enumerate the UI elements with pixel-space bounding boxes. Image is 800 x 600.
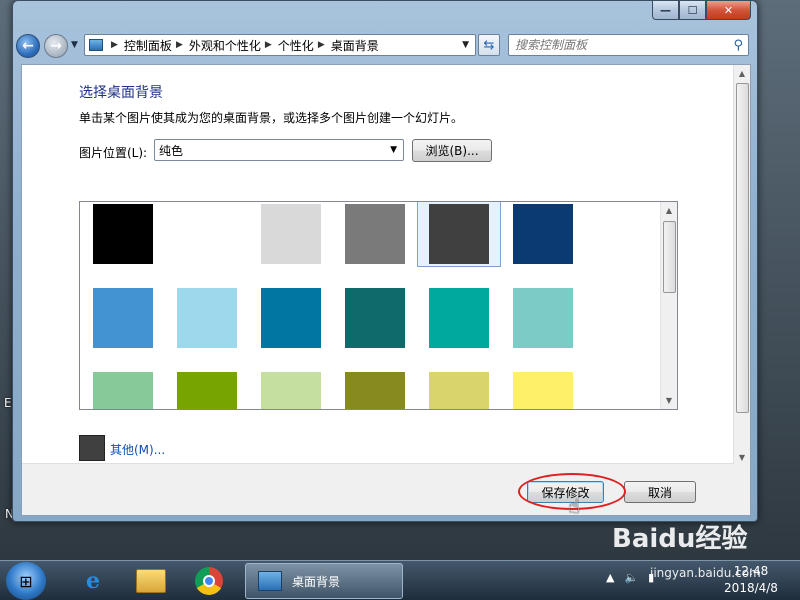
- minimize-button[interactable]: —: [652, 1, 679, 20]
- chevron-right-icon[interactable]: ▶: [176, 40, 183, 50]
- address-bar[interactable]: ▶ 控制面板 ▶ 外观和个性化 ▶ 个性化 ▶ 桌面背景 ▼: [84, 34, 476, 56]
- picture-location-value: 纯色: [159, 143, 184, 158]
- hand-cursor-icon: ☝: [568, 494, 581, 518]
- color-swatch: [177, 204, 237, 264]
- page-description: 单击某个图片使其成为您的桌面背景，或选择多个图片创建一个幻灯片。: [79, 111, 464, 125]
- caption-buttons: — ☐ ✕: [652, 1, 751, 20]
- color-swatch: [429, 288, 489, 348]
- color-swatch: [345, 288, 405, 348]
- breadcrumb-appearance[interactable]: 外观和个性化: [189, 37, 261, 54]
- color-swatch-item[interactable]: [165, 369, 249, 409]
- color-swatch: [177, 288, 237, 348]
- scroll-up-arrow[interactable]: ▲: [734, 65, 750, 81]
- watermark-url: jingyan.baidu.com: [650, 566, 761, 580]
- color-swatch: [261, 288, 321, 348]
- color-swatch: [513, 372, 573, 409]
- color-swatch-item[interactable]: [417, 369, 501, 409]
- content-pane: 选择桌面背景 单击某个图片使其成为您的桌面背景，或选择多个图片创建一个幻灯片。 …: [21, 64, 751, 518]
- color-swatch-item[interactable]: [249, 202, 333, 267]
- scroll-down-arrow[interactable]: ▼: [734, 449, 750, 465]
- watermark-logo: Baidu经验: [612, 524, 748, 554]
- color-swatch: [513, 288, 573, 348]
- recent-pages-dropdown[interactable]: ▼: [71, 40, 78, 50]
- color-swatch: [345, 204, 405, 264]
- color-swatch-item[interactable]: [501, 369, 585, 409]
- chrome-icon[interactable]: [182, 564, 236, 598]
- scroll-up-arrow[interactable]: ▲: [661, 202, 677, 218]
- start-button[interactable]: ⊞: [6, 562, 46, 600]
- close-button[interactable]: ✕: [706, 1, 751, 20]
- picture-location-select[interactable]: 纯色 ▼: [154, 139, 404, 161]
- system-tray: ▲ 🔈 ▮: [606, 571, 654, 584]
- show-hidden-icons-icon[interactable]: ▲: [606, 571, 614, 584]
- color-swatch-item[interactable]: [333, 369, 417, 409]
- maximize-button[interactable]: ☐: [679, 1, 706, 20]
- color-swatch: [93, 288, 153, 348]
- forward-button[interactable]: →: [44, 34, 68, 58]
- speaker-icon[interactable]: 🔈: [624, 571, 638, 584]
- swatch-scrollbar[interactable]: ▲ ▼: [660, 202, 677, 409]
- color-swatch-item[interactable]: [81, 369, 165, 409]
- color-swatch-item[interactable]: [417, 285, 501, 351]
- color-swatch-list: ▲ ▼: [79, 201, 678, 410]
- browse-button[interactable]: 浏览(B)...: [412, 139, 492, 162]
- color-swatch: [345, 372, 405, 409]
- clock-date: 2018/4/8: [724, 581, 778, 595]
- taskbar-item-label: 桌面背景: [292, 574, 341, 589]
- chevron-right-icon[interactable]: ▶: [318, 40, 325, 50]
- control-panel-icon: [258, 571, 282, 591]
- color-swatch: [429, 372, 489, 409]
- chevron-down-icon[interactable]: ▼: [462, 40, 469, 50]
- color-swatch: [513, 204, 573, 264]
- color-swatch-item[interactable]: [165, 285, 249, 351]
- color-swatch-item[interactable]: [81, 285, 165, 351]
- scroll-thumb[interactable]: [736, 83, 749, 413]
- chevron-right-icon[interactable]: ▶: [111, 40, 118, 50]
- refresh-button[interactable]: ⇆: [478, 34, 500, 56]
- scroll-down-arrow[interactable]: ▼: [661, 392, 677, 408]
- back-button[interactable]: ←: [16, 34, 40, 58]
- other-color-link[interactable]: 其他(M)...: [110, 441, 165, 458]
- chevron-down-icon: ▼: [390, 145, 397, 155]
- color-swatch-item[interactable]: [501, 202, 585, 267]
- color-swatch-item[interactable]: [165, 202, 249, 267]
- footer-bar: 保存修改 取消 ☝: [22, 463, 734, 518]
- taskbar-item-desktop-background[interactable]: 桌面背景: [245, 563, 403, 599]
- color-swatch-item[interactable]: [501, 285, 585, 351]
- color-swatch-item[interactable]: [333, 285, 417, 351]
- color-swatch: [429, 204, 489, 264]
- cancel-button[interactable]: 取消: [624, 481, 696, 503]
- search-input[interactable]: [515, 38, 720, 52]
- scroll-thumb[interactable]: [663, 221, 676, 293]
- internet-explorer-icon[interactable]: e: [66, 564, 120, 598]
- color-swatch: [93, 204, 153, 264]
- other-color-swatch[interactable]: [79, 435, 105, 461]
- picture-location-label: 图片位置(L):: [79, 146, 148, 160]
- color-swatch: [177, 372, 237, 409]
- search-box[interactable]: ⚲: [508, 34, 749, 56]
- breadcrumb-control-panel[interactable]: 控制面板: [124, 37, 172, 54]
- color-swatch: [261, 372, 321, 409]
- color-swatch-item[interactable]: [333, 202, 417, 267]
- search-icon[interactable]: ⚲: [733, 38, 743, 53]
- color-swatch-item[interactable]: [81, 202, 165, 267]
- page-title: 选择桌面背景: [79, 85, 163, 101]
- color-swatch: [261, 204, 321, 264]
- page-scrollbar[interactable]: ▲ ▼: [733, 65, 750, 515]
- breadcrumb-personalization[interactable]: 个性化: [278, 37, 314, 54]
- color-swatch-item[interactable]: [249, 285, 333, 351]
- chevron-right-icon[interactable]: ▶: [265, 40, 272, 50]
- file-explorer-icon[interactable]: [124, 564, 178, 598]
- color-swatch-item[interactable]: [249, 369, 333, 409]
- breadcrumb-desktop-background[interactable]: 桌面背景: [331, 37, 379, 54]
- color-swatch: [93, 372, 153, 409]
- color-swatch-item[interactable]: [417, 202, 501, 267]
- control-panel-icon: [89, 39, 103, 51]
